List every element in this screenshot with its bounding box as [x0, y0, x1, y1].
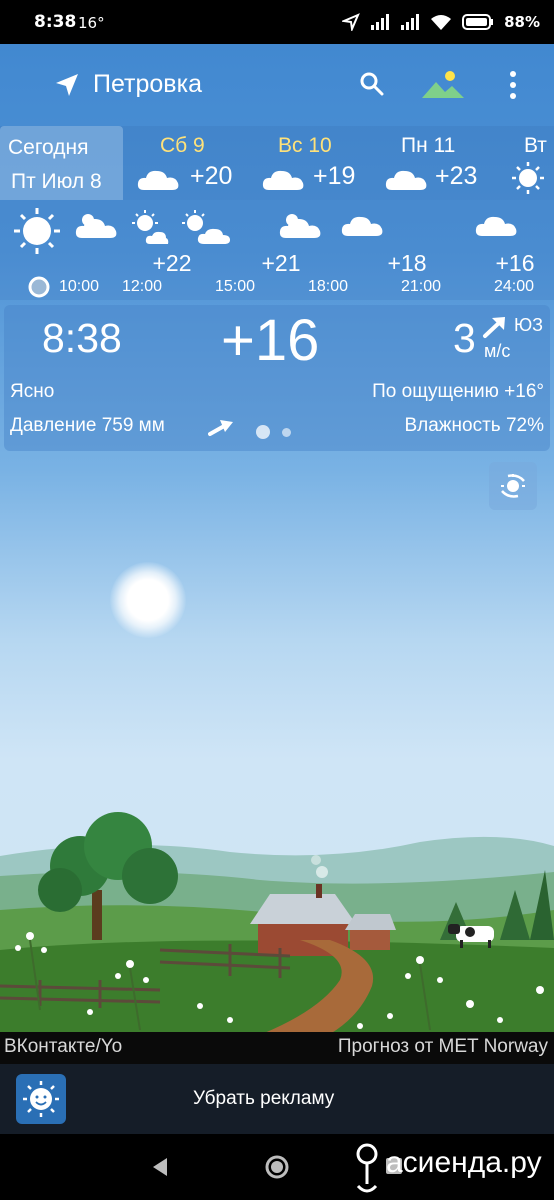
battery-icon	[462, 14, 494, 30]
location-name[interactable]: Петровка	[93, 70, 202, 99]
search-icon[interactable]	[358, 70, 386, 98]
sun-icon	[14, 208, 60, 254]
remove-ads-bar[interactable]: Убрать рекламу	[0, 1064, 554, 1134]
hour-temp: +21	[261, 250, 301, 276]
hourly-forecast[interactable]: +22 +21 +18 +16 10:00 12:00 15:00 18:00 …	[0, 200, 554, 300]
partly-cloudy-icon	[279, 214, 321, 238]
hour-temp: +22	[152, 250, 192, 276]
condition-text: Ясно	[10, 381, 55, 402]
day-label: Сегодня	[8, 136, 89, 159]
page-indicator[interactable]	[256, 425, 291, 439]
credits-bar: ВКонтакте/Yo Прогноз от MET Norway	[0, 1032, 554, 1064]
page-dot[interactable]	[282, 427, 291, 437]
sun-cloud-icon	[132, 210, 169, 244]
feels-like: По ощущению +16°	[372, 381, 544, 402]
day-label: Вс 10	[278, 134, 332, 157]
day-label: Пн 11	[401, 134, 456, 157]
daily-forecast-row[interactable]: Сегодня Пт Июл 8 Сб 9 +20 Вс 10 +19 Пн 1…	[0, 126, 554, 200]
hour-time: 24:00	[493, 278, 535, 295]
day-today[interactable]: Сегодня Пт Июл 8	[0, 126, 123, 200]
remove-ads-button[interactable]: Убрать рекламу	[193, 1088, 334, 1110]
forecast-source[interactable]: Прогноз от MET Norway	[338, 1036, 548, 1058]
day-temp: +20	[190, 162, 233, 190]
photo-credit[interactable]: ВКонтакте/Yo	[4, 1036, 122, 1058]
wind-direction: ЮЗ	[514, 315, 544, 335]
status-time: 8:38	[34, 12, 77, 32]
weather-screen: 8:38 16° 88% Петровка Сегодня Пт Июл 8 С…	[0, 0, 554, 1200]
day-sat[interactable]: Сб 9 +20	[123, 126, 248, 200]
signal-icon	[371, 14, 390, 30]
sun-position-button[interactable]	[489, 462, 537, 510]
hour-time: 18:00	[307, 278, 349, 295]
status-temp: 16°	[78, 14, 105, 32]
cloud-icon	[385, 170, 427, 190]
day-mon[interactable]: Пн 11 +23	[373, 126, 498, 200]
pressure-trend-icon	[208, 420, 233, 436]
app-logo	[16, 1074, 66, 1124]
watermark-text: асиенда.ру	[386, 1146, 542, 1179]
hour-temp: +18	[387, 250, 427, 276]
watermark-logo	[356, 1143, 378, 1193]
cloud-icon	[341, 216, 383, 236]
current-temperature: +16	[221, 308, 320, 373]
signal-icon-2	[401, 14, 420, 30]
location-arrow-icon[interactable]	[54, 72, 80, 98]
hour-time: 21:00	[400, 278, 442, 295]
pressure: Давление 759 мм	[10, 415, 165, 436]
day-date: Пт Июл 8	[11, 170, 102, 193]
sun-cloud-icon	[182, 210, 230, 244]
wifi-icon	[431, 15, 452, 30]
day-label: Сб 9	[160, 134, 205, 157]
day-sun[interactable]: Вс 10 +19	[248, 126, 373, 200]
battery-percent: 88%	[504, 13, 540, 31]
wind-direction-icon	[483, 317, 505, 338]
humidity: Влажность 72%	[404, 415, 544, 436]
current-conditions-panel[interactable]: 8:38 +16 3 ЮЗ м/с Ясно По ощущению +16° …	[4, 305, 550, 451]
hour-time: 10:00	[58, 278, 100, 295]
hour-time: 12:00	[121, 278, 163, 295]
app-bar: Петровка	[0, 44, 554, 126]
cloud-icon	[475, 216, 517, 236]
status-icons: 88%	[342, 10, 540, 34]
sun-glow	[110, 562, 186, 638]
day-tue[interactable]: Вт	[498, 126, 554, 200]
day-label: Вт	[524, 134, 547, 157]
system-nav-bar: асиенда.ру	[0, 1134, 554, 1200]
home-icon[interactable]	[264, 1154, 290, 1180]
sun-icon	[512, 162, 544, 194]
partly-cloudy-icon	[75, 214, 117, 238]
current-time-marker-icon	[28, 276, 50, 298]
day-temp: +19	[313, 162, 356, 190]
landscape-icon[interactable]	[421, 68, 465, 100]
hour-time: 15:00	[214, 278, 256, 295]
smiling-sun-icon	[23, 1081, 59, 1117]
status-bar: 8:38 16° 88%	[0, 0, 554, 44]
page-dot-active[interactable]	[256, 425, 270, 439]
more-vert-icon[interactable]	[507, 70, 519, 100]
navigation-icon	[342, 13, 360, 31]
day-temp: +23	[435, 162, 478, 190]
back-icon[interactable]	[150, 1156, 170, 1178]
hour-temp: +16	[495, 250, 535, 276]
landscape-illustration	[0, 812, 554, 1034]
cloud-icon	[137, 170, 179, 190]
sun-orbit-icon	[501, 474, 525, 498]
wind-speed: 3	[453, 315, 476, 361]
wind-unit: м/с	[484, 341, 511, 361]
cloud-icon	[262, 170, 304, 190]
current-time: 8:38	[42, 315, 122, 361]
